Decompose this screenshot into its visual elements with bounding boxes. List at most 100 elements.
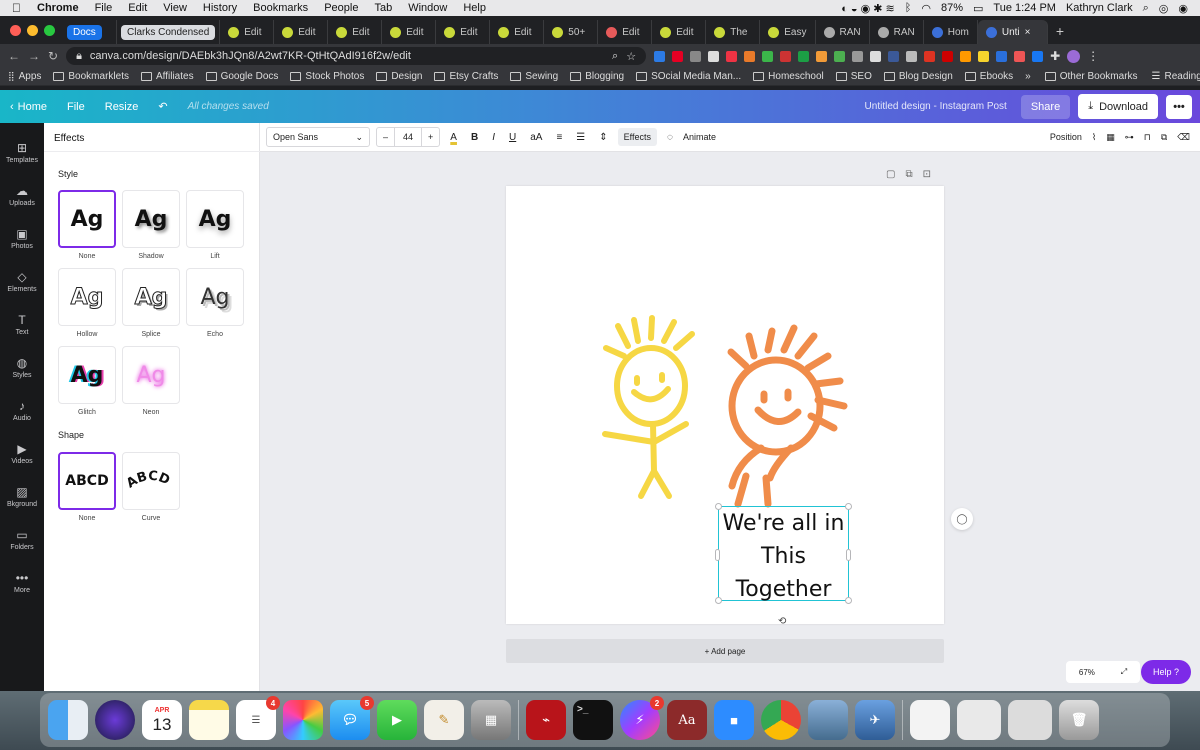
dictionary-icon[interactable]: Aa <box>667 700 707 740</box>
maximize-window-button[interactable] <box>44 24 55 36</box>
calendar-icon[interactable]: APR 13 <box>142 700 182 740</box>
rail-item-text[interactable]: T Text <box>0 303 44 346</box>
menu-user[interactable]: Kathryn Clark <box>1066 2 1133 14</box>
rail-item-folders[interactable]: ▭ Folders <box>0 518 44 561</box>
bookmark-folder[interactable]: Affiliates <box>140 71 194 82</box>
extension-icon[interactable] <box>906 50 918 62</box>
bookmark-folder[interactable]: Sewing <box>510 71 558 82</box>
link-icon[interactable]: ⊶ <box>1125 132 1134 143</box>
bookmark-folder[interactable]: SEO <box>835 71 872 82</box>
menu-people[interactable]: People <box>316 2 366 14</box>
download-button[interactable]: ⤓ Download <box>1078 94 1158 119</box>
menu-tab[interactable]: Tab <box>366 2 400 14</box>
apple-icon[interactable]:  <box>0 1 29 15</box>
rotate-handle-icon[interactable]: ⟲ <box>778 616 786 627</box>
effect-glitch-card[interactable]: Ag <box>58 346 116 404</box>
reminders-icon[interactable]: 4 ☰ <box>236 696 280 740</box>
minimize-window-button[interactable] <box>27 24 38 36</box>
rail-item-photos[interactable]: ▣ Photos <box>0 217 44 260</box>
transparency-icon[interactable]: ▦ <box>1106 132 1115 143</box>
resize-handle-top-left[interactable] <box>715 503 722 510</box>
effect-none-card[interactable]: Ag <box>58 190 116 248</box>
zoom-level[interactable]: 67% <box>1079 668 1095 677</box>
chrome-icon[interactable] <box>761 700 801 740</box>
menu-clock[interactable]: Tue 1:24 PM <box>993 2 1056 14</box>
extension-icon[interactable] <box>798 50 810 62</box>
help-button[interactable]: Help ? <box>1141 660 1191 684</box>
rail-item-more[interactable]: ••• More <box>0 561 44 604</box>
format-painter-icon[interactable]: ⌇ <box>1092 132 1096 143</box>
terminal-icon[interactable]: >_ <box>573 700 613 740</box>
siri-icon[interactable] <box>95 700 135 740</box>
rail-item-audio[interactable]: ♪ Audio <box>0 389 44 432</box>
extension-icon[interactable] <box>924 50 936 62</box>
acrobat-icon[interactable]: ⌁ <box>526 700 566 740</box>
resize-handle-top-right[interactable] <box>845 503 852 510</box>
extension-icon[interactable] <box>744 50 756 62</box>
menu-bookmarks[interactable]: Bookmarks <box>245 2 316 14</box>
bookmark-folder[interactable]: SOcial Media Man... <box>636 71 741 82</box>
window-thumbnail[interactable] <box>957 700 1001 740</box>
profile-avatar[interactable] <box>1067 49 1081 63</box>
trash-icon[interactable]: 🗑︎ <box>1059 700 1099 740</box>
search-icon[interactable]: ⌕ <box>612 50 618 63</box>
align-center-icon[interactable]: ≡ <box>552 132 566 143</box>
effects-button[interactable]: Effects <box>617 128 658 146</box>
extension-icon[interactable] <box>942 50 954 62</box>
bookmark-folder[interactable]: Bookmarklets <box>53 71 129 82</box>
bookmark-folder[interactable]: Stock Photos <box>290 71 364 82</box>
extension-icon[interactable] <box>654 50 666 62</box>
font-size-value[interactable]: 44 <box>394 128 423 146</box>
increase-size-button[interactable]: + <box>422 132 439 142</box>
decrease-size-button[interactable]: – <box>377 132 394 142</box>
notes-icon[interactable] <box>189 700 229 740</box>
lock-icon[interactable]: ⊓ <box>1144 132 1151 143</box>
back-icon[interactable]: ← <box>8 49 20 63</box>
resize-handle-bottom-right[interactable] <box>845 597 852 604</box>
duplicate-page-icon[interactable]: ⧉ <box>905 169 912 180</box>
font-family-select[interactable]: Open Sans ⌄ <box>266 127 370 147</box>
battery-percent[interactable]: 87% <box>941 2 963 14</box>
animate-button[interactable]: Animate <box>683 132 716 142</box>
list-icon[interactable]: ☰ <box>572 132 589 143</box>
spotlight-icon[interactable]: ⌕ <box>1143 2 1149 15</box>
selected-text-box[interactable]: We're all in This Together <box>718 506 849 602</box>
more-options-button[interactable]: ••• <box>1166 94 1192 119</box>
window-thumbnail[interactable] <box>1008 700 1052 740</box>
browser-tab[interactable]: Hom <box>924 20 978 44</box>
bluetooth-icon[interactable]: ᛒ <box>905 2 912 14</box>
rail-item-background[interactable]: ▨ Bkground <box>0 475 44 518</box>
pinterest-icon[interactable] <box>672 50 684 62</box>
extension-icon[interactable] <box>996 50 1008 62</box>
browser-tab[interactable]: RAN <box>816 20 870 44</box>
other-bookmarks[interactable]: Other Bookmarks <box>1044 71 1138 82</box>
bookmark-apps[interactable]: ⣿ Apps <box>8 71 41 82</box>
control-center-icon[interactable]: ◎ <box>1159 2 1169 15</box>
rail-item-styles[interactable]: ◍ Styles <box>0 346 44 389</box>
browser-tab[interactable]: RAN <box>870 20 924 44</box>
browser-menu-icon[interactable]: ⋮ <box>1087 49 1099 63</box>
browser-tab[interactable]: Edit <box>382 20 437 44</box>
effect-echo-card[interactable]: Ag <box>186 268 244 326</box>
resize-handle-bottom-left[interactable] <box>715 597 722 604</box>
extension-icon[interactable] <box>690 50 702 62</box>
menu-history[interactable]: History <box>195 2 245 14</box>
reload-icon[interactable]: ↻ <box>48 49 58 63</box>
browser-tab[interactable]: Edit <box>274 20 329 44</box>
browser-tab[interactable]: Easy <box>760 20 816 44</box>
document-thumbnail[interactable] <box>910 700 950 740</box>
extension-icon[interactable] <box>1032 50 1044 62</box>
extensions-puzzle-icon[interactable]: ✚ <box>1050 49 1060 63</box>
extension-icon[interactable] <box>978 50 990 62</box>
finder-icon[interactable] <box>48 700 88 740</box>
delete-icon[interactable]: ⌫ <box>1177 132 1190 143</box>
rail-item-elements[interactable]: ◇ Elements <box>0 260 44 303</box>
rail-item-videos[interactable]: ▶ Videos <box>0 432 44 475</box>
extension-icon[interactable] <box>780 50 792 62</box>
resize-button[interactable]: Resize <box>95 101 149 113</box>
reading-list[interactable]: ☰Reading List <box>1152 71 1200 82</box>
rail-item-uploads[interactable]: ☁ Uploads <box>0 174 44 217</box>
browser-tab[interactable]: Edit <box>490 20 545 44</box>
browser-tab[interactable]: Edit <box>652 20 707 44</box>
letter-case-button[interactable]: aA <box>526 132 546 143</box>
